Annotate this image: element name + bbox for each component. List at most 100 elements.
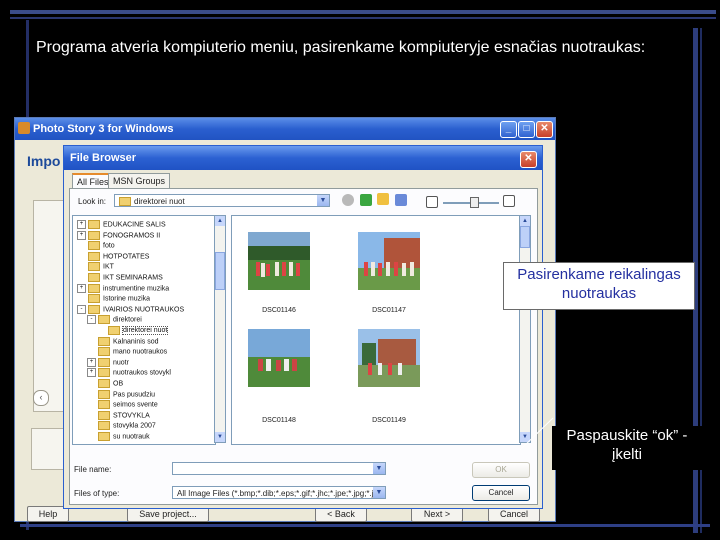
photo-story-app-icon xyxy=(18,122,30,134)
folder-tree-scrollbar[interactable]: ▲ ▼ xyxy=(214,215,226,443)
tree-item-label: EDUKACINE SALIS xyxy=(103,221,166,229)
tree-item-label: IVAIRIOS NUOTRAUKOS xyxy=(103,306,185,314)
photo-thumbnail-2[interactable] xyxy=(358,232,420,290)
chevron-down-icon[interactable]: ▼ xyxy=(373,487,385,498)
look-in-dropdown[interactable]: direktorei nuot ▼ xyxy=(114,194,330,207)
tree-item[interactable]: stovykla 2007 xyxy=(87,421,156,431)
slide-title: Programa atveria kompiuterio meniu, pasi… xyxy=(36,39,646,56)
ok-button[interactable]: OK xyxy=(472,462,530,478)
tree-item[interactable]: foto xyxy=(77,241,115,251)
folder-icon xyxy=(98,400,110,410)
chevron-down-icon[interactable]: ▼ xyxy=(373,463,385,474)
cancel-button[interactable]: Cancel xyxy=(472,485,530,501)
expand-toggle-icon[interactable]: + xyxy=(87,368,96,378)
files-of-type-label: Files of type: xyxy=(74,489,120,498)
new-folder-icon[interactable] xyxy=(377,193,389,205)
minimize-button[interactable]: _ xyxy=(500,121,517,138)
photo-story-title: Photo Story 3 for Windows xyxy=(33,123,174,135)
folder-icon xyxy=(98,421,110,431)
tree-item[interactable]: mano nuotraukos xyxy=(87,347,167,357)
tree-item[interactable]: + FONOGRAMOS II xyxy=(77,230,160,241)
tree-item-label: su nuotrauk xyxy=(113,433,150,441)
up-folder-icon[interactable] xyxy=(360,194,372,206)
tree-item[interactable]: HOTPOTATES xyxy=(77,251,150,262)
tree-item[interactable]: OB xyxy=(87,379,123,389)
file-browser-titlebar[interactable]: File Browser ✕ xyxy=(64,146,542,170)
file-browser-title: File Browser xyxy=(70,152,137,164)
tree-item[interactable]: + nuotraukos stovykl xyxy=(87,368,171,378)
folder-icon xyxy=(88,294,100,304)
tree-item-label: HOTPOTATES xyxy=(103,253,150,261)
thumbnail-size-large-icon[interactable] xyxy=(503,195,515,207)
tree-item[interactable]: direktorei nuot xyxy=(97,326,169,336)
scroll-down-icon[interactable]: ▼ xyxy=(520,432,530,442)
scroll-thumb[interactable] xyxy=(215,252,225,290)
photo-story-heading: Impo xyxy=(27,153,61,169)
file-name-input[interactable]: ▼ xyxy=(172,462,386,475)
tree-item[interactable]: + nuotr xyxy=(87,357,129,368)
expand-toggle-icon[interactable]: - xyxy=(87,315,96,325)
scroll-up-icon[interactable]: ▲ xyxy=(215,216,225,226)
files-of-type-value: All Image Files (*.bmp;*.dib;*.eps;*.gif… xyxy=(177,489,374,498)
expand-toggle-icon[interactable]: + xyxy=(77,220,86,229)
scroll-up-icon[interactable]: ▲ xyxy=(520,216,530,226)
tree-item[interactable]: seimos svente xyxy=(87,400,158,410)
photo-caption-1: DSC01146 xyxy=(262,307,296,314)
files-of-type-dropdown[interactable]: All Image Files (*.bmp;*.dib;*.eps;*.gif… xyxy=(172,486,386,499)
tree-item-label: IKT xyxy=(103,263,114,271)
tree-item-label: instrumentine muzika xyxy=(103,284,170,292)
tree-item[interactable]: Kalnaninis sod xyxy=(87,336,159,347)
tree-item-label: direktorei xyxy=(113,316,142,324)
tree-item[interactable]: IKT xyxy=(77,262,114,272)
folder-icon xyxy=(98,347,110,357)
tree-item-label: mano nuotraukos xyxy=(113,348,168,356)
slide-decor-bar-top xyxy=(10,10,716,14)
folder-icon xyxy=(88,283,100,293)
photo-thumbnail-1[interactable] xyxy=(248,232,310,290)
photo-thumbnail-4[interactable] xyxy=(358,329,420,387)
back-icon[interactable] xyxy=(342,194,354,206)
look-in-value: direktorei nuot xyxy=(134,197,185,206)
expand-toggle-icon[interactable]: - xyxy=(77,304,86,314)
tree-item[interactable]: Istorine muzika xyxy=(77,294,150,304)
views-menu-icon[interactable] xyxy=(395,194,407,206)
tree-item-label: nuotraukos stovykl xyxy=(113,369,171,377)
photo-thumbnail-3[interactable] xyxy=(248,329,310,387)
previous-arrow-icon[interactable]: ‹ xyxy=(33,390,49,406)
expand-toggle-icon[interactable]: + xyxy=(87,357,96,367)
folder-icon xyxy=(119,197,131,207)
folder-icon xyxy=(88,241,100,251)
tree-item[interactable]: - IVAIRIOS NUOTRAUKOS xyxy=(77,304,185,315)
chevron-down-icon[interactable]: ▼ xyxy=(317,195,329,206)
folder-icon xyxy=(88,262,100,272)
expand-toggle-icon[interactable]: + xyxy=(77,230,86,240)
tree-item[interactable]: + instrumentine muzika xyxy=(77,283,170,294)
folder-icon xyxy=(98,379,110,388)
tree-item[interactable]: su nuotrauk xyxy=(87,432,150,442)
photo-story-titlebar[interactable]: Photo Story 3 for Windows _ □ ✕ xyxy=(15,118,555,140)
tree-item[interactable]: - direktorei xyxy=(87,315,142,325)
tree-item[interactable]: IKT SEMINARAMS xyxy=(77,273,163,283)
folder-tree[interactable]: + EDUKACINE SALIS + FONOGRAMOS II foto HOTPOT… xyxy=(72,215,216,445)
slider-handle[interactable] xyxy=(470,197,479,208)
tree-item-label: nuotr xyxy=(113,359,129,367)
folder-icon xyxy=(98,389,110,399)
folder-icon xyxy=(98,432,110,441)
maximize-button[interactable]: □ xyxy=(518,121,535,138)
expand-toggle-icon[interactable]: + xyxy=(77,283,86,293)
tree-item[interactable]: + EDUKACINE SALIS xyxy=(77,220,166,230)
scroll-thumb[interactable] xyxy=(520,226,530,248)
callout-press-ok: Paspauskite “ok” - įkelti xyxy=(552,426,702,470)
thumbnails-scrollbar[interactable]: ▲ ▼ xyxy=(519,215,531,443)
tab-msn-groups[interactable]: MSN Groups xyxy=(108,173,171,189)
scroll-down-icon[interactable]: ▼ xyxy=(215,432,225,442)
tree-item-label: OB xyxy=(113,380,124,388)
tree-item[interactable]: STOVYKLA xyxy=(87,410,150,421)
close-button[interactable]: ✕ xyxy=(536,121,553,138)
photo-caption-3: DSC01148 xyxy=(262,417,296,424)
tree-item[interactable]: Pas pusudziu xyxy=(87,389,155,400)
thumbnail-size-small-icon[interactable] xyxy=(426,196,438,208)
file-browser-close-icon[interactable]: ✕ xyxy=(520,151,537,168)
callout-select-photos: Pasirenkame reikalingas nuotraukas xyxy=(503,262,695,310)
slide: Programa atveria kompiuterio meniu, pasi… xyxy=(0,0,720,540)
